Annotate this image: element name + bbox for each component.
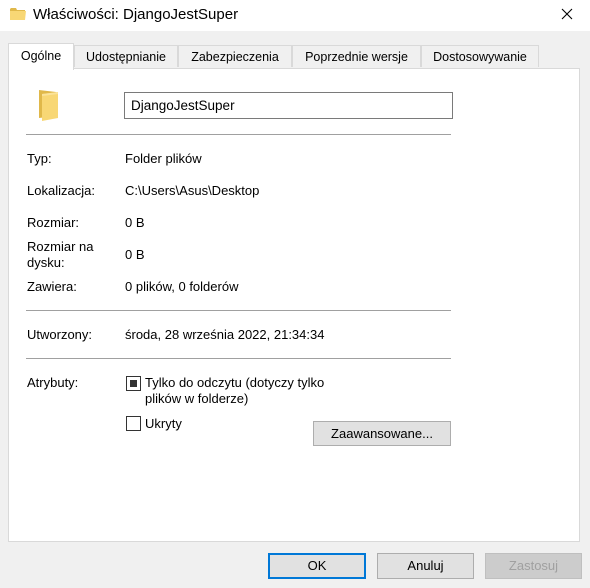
tab-dostosowywanie[interactable]: Dostosowywanie: [421, 45, 539, 67]
contains-label: Zawiera:: [27, 279, 77, 294]
separator: [26, 134, 451, 135]
folder-icon: [36, 86, 60, 122]
hidden-checkbox-label[interactable]: Ukryty: [145, 416, 182, 432]
location-value: C:\Users\Asus\Desktop: [125, 183, 260, 198]
separator: [26, 358, 451, 359]
size-on-disk-value: 0 B: [125, 247, 145, 262]
contains-value: 0 plików, 0 folderów: [125, 279, 239, 294]
window-title: Właściwości: DjangoJestSuper: [33, 6, 239, 23]
title-bar: Właściwości: DjangoJestSuper: [0, 0, 590, 31]
created-value: środa, 28 września 2022, 21:34:34: [125, 327, 325, 342]
indeterminate-mark: [130, 380, 137, 387]
size-on-disk-label: Rozmiar na dysku:: [27, 239, 94, 270]
type-value: Folder plików: [125, 151, 202, 166]
location-label: Lokalizacja:: [27, 183, 95, 198]
readonly-checkbox-label[interactable]: Tylko do odczytu (dotyczy tylko plików w…: [145, 375, 355, 407]
tab-poprzednie-wersje[interactable]: Poprzednie wersje: [292, 45, 421, 67]
close-icon: [561, 8, 573, 23]
folder-name-input[interactable]: [124, 92, 453, 119]
ok-button[interactable]: OK: [268, 553, 366, 579]
folder-icon: [10, 7, 26, 21]
type-label: Typ:: [27, 151, 52, 166]
hidden-checkbox[interactable]: [126, 416, 141, 431]
attributes-label: Atrybuty:: [27, 375, 79, 390]
close-button[interactable]: [544, 0, 590, 31]
separator: [26, 310, 451, 311]
general-tab-panel: Typ: Folder plików Lokalizacja: C:\Users…: [8, 68, 580, 542]
tab-ogolne[interactable]: Ogólne: [8, 43, 74, 70]
size-label: Rozmiar:: [27, 215, 80, 230]
tab-udostepnianie[interactable]: Udostępnianie: [74, 45, 178, 67]
created-label: Utworzony:: [27, 327, 93, 342]
tab-zabezpieczenia[interactable]: Zabezpieczenia: [178, 45, 292, 67]
advanced-button[interactable]: Zaawansowane...: [313, 421, 451, 446]
size-value: 0 B: [125, 215, 145, 230]
readonly-checkbox[interactable]: [126, 376, 141, 391]
apply-button[interactable]: Zastosuj: [485, 553, 582, 579]
cancel-button[interactable]: Anuluj: [377, 553, 474, 579]
